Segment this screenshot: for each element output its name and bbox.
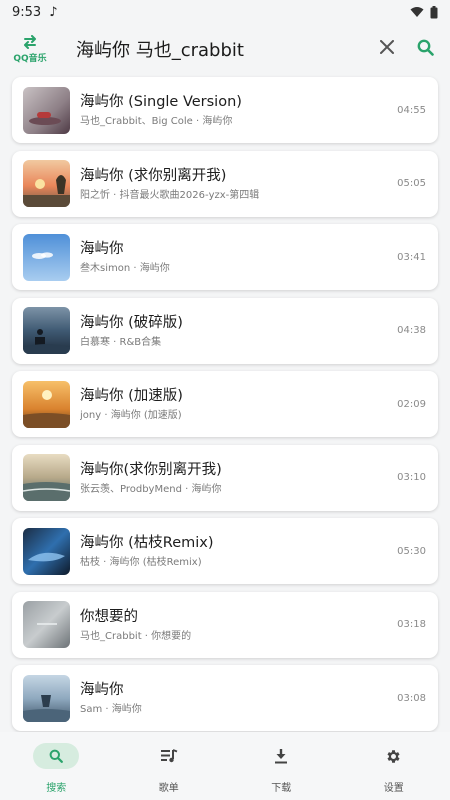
download-icon xyxy=(275,749,288,764)
search-input[interactable] xyxy=(76,34,366,64)
album-cover xyxy=(23,674,70,722)
song-artist-album: 阳之忻 · 抖音最火歌曲2026-yzx-第四辑 xyxy=(80,189,260,201)
wifi-icon xyxy=(410,7,424,17)
album-cover xyxy=(23,601,70,648)
song-duration: 04:38 xyxy=(397,325,426,336)
album-cover xyxy=(23,380,70,428)
song-duration: 03:18 xyxy=(397,619,426,630)
song-duration: 03:08 xyxy=(397,692,426,704)
search-icon xyxy=(49,749,64,763)
nav-label: 下载 xyxy=(271,783,292,794)
nav-icon-pill xyxy=(258,743,304,769)
song-artist-album: Sam · 海屿你 xyxy=(80,704,142,715)
album-cover xyxy=(23,527,70,575)
nav-search[interactable]: 搜索 xyxy=(0,732,113,800)
song-artist-album: 白慕寒 · R&B合集 xyxy=(80,336,162,348)
album-cover xyxy=(23,160,70,207)
song-title: 海屿你 xyxy=(80,241,124,257)
song-duration: 02:09 xyxy=(397,398,426,410)
song-item[interactable]: 海屿你 (破碎版) 白慕寒 · R&B合集 04:38 xyxy=(12,297,438,364)
song-duration: 03:41 xyxy=(397,251,426,263)
song-item[interactable]: 你想要的 马也_Crabbit · 你想要的 03:18 xyxy=(12,591,438,658)
song-item[interactable]: 海屿你 (加速版) jony · 海屿你 (加速版) 02:09 xyxy=(12,371,438,437)
status-time: 9:53 xyxy=(12,4,42,20)
status-icons xyxy=(410,5,438,19)
brand-logo[interactable]: QQ音乐 xyxy=(0,34,60,64)
song-item[interactable]: 海屿你 (Single Version) 马也_Crabbit、Big Cole… xyxy=(12,77,438,143)
status-bar: 9:53 ♪ xyxy=(0,0,450,24)
nav-icon-pill xyxy=(371,743,417,769)
song-duration: 04:55 xyxy=(397,104,426,116)
song-artist-album: jony · 海屿你 (加速版) xyxy=(80,410,182,421)
song-title: 海屿你 (加速版) xyxy=(80,388,183,404)
search-icon xyxy=(417,39,434,56)
nav-settings[interactable]: 设置 xyxy=(338,732,450,800)
brand-label: QQ音乐 xyxy=(13,53,47,64)
search-button[interactable] xyxy=(414,36,436,58)
nav-icon-pill xyxy=(146,743,192,769)
song-artist-album: 枯枝 · 海屿你 (枯枝Remix) xyxy=(80,557,202,568)
song-item[interactable]: 海屿你 Sam · 海屿你 03:08 xyxy=(12,665,438,731)
music-note-icon: ♪ xyxy=(49,4,58,20)
album-cover xyxy=(23,86,70,134)
nav-label: 搜索 xyxy=(46,783,67,794)
song-item[interactable]: 海屿你 (求你别离开我) 阳之忻 · 抖音最火歌曲2026-yzx-第四辑 05… xyxy=(12,150,438,217)
battery-icon xyxy=(430,5,438,18)
search-header: QQ音乐 xyxy=(0,26,450,72)
nav-icon-pill xyxy=(33,743,80,769)
song-item[interactable]: 海屿你 (枯枝Remix) 枯枝 · 海屿你 (枯枝Remix) 05:30 xyxy=(12,518,438,584)
playlist-icon xyxy=(160,749,178,763)
song-duration: 05:05 xyxy=(397,178,426,189)
album-cover xyxy=(23,454,70,501)
song-title: 海屿你(求你别离开我) xyxy=(80,461,222,478)
nav-playlist[interactable]: 歌单 xyxy=(113,732,226,800)
song-duration: 05:30 xyxy=(397,545,426,557)
song-item[interactable]: 海屿你(求你别离开我) 张云羡、ProdbyMend · 海屿你 03:10 xyxy=(12,444,438,511)
album-cover xyxy=(23,307,70,354)
song-artist-album: 马也_Crabbit、Big Cole · 海屿你 xyxy=(80,116,233,127)
nav-label: 设置 xyxy=(383,783,404,794)
bottom-navigation: 搜索 歌单 下载 设置 xyxy=(0,732,450,800)
song-item[interactable]: 海屿你 叁木simon · 海屿你 03:41 xyxy=(12,224,438,290)
nav-label: 歌单 xyxy=(158,783,179,794)
swap-arrows-icon xyxy=(24,34,36,49)
song-artist-album: 叁木simon · 海屿你 xyxy=(80,263,170,274)
song-duration: 03:10 xyxy=(397,472,426,483)
song-title: 海屿你 xyxy=(80,682,124,698)
song-title: 海屿你 (枯枝Remix) xyxy=(80,535,214,551)
song-title: 海屿你 (Single Version) xyxy=(80,94,242,110)
close-icon xyxy=(380,40,394,54)
nav-download[interactable]: 下载 xyxy=(225,732,338,800)
gear-icon xyxy=(387,749,400,763)
clear-button[interactable] xyxy=(376,36,398,58)
song-artist-album: 马也_Crabbit · 你想要的 xyxy=(80,630,192,642)
song-title: 海屿你 (求你别离开我) xyxy=(80,167,227,184)
song-artist-album: 张云羡、ProdbyMend · 海屿你 xyxy=(80,483,222,495)
song-title: 你想要的 xyxy=(80,608,138,625)
album-cover xyxy=(23,233,70,281)
song-title: 海屿你 (破碎版) xyxy=(80,314,183,331)
song-list: 海屿你 (Single Version) 马也_Crabbit、Big Cole… xyxy=(12,77,438,739)
